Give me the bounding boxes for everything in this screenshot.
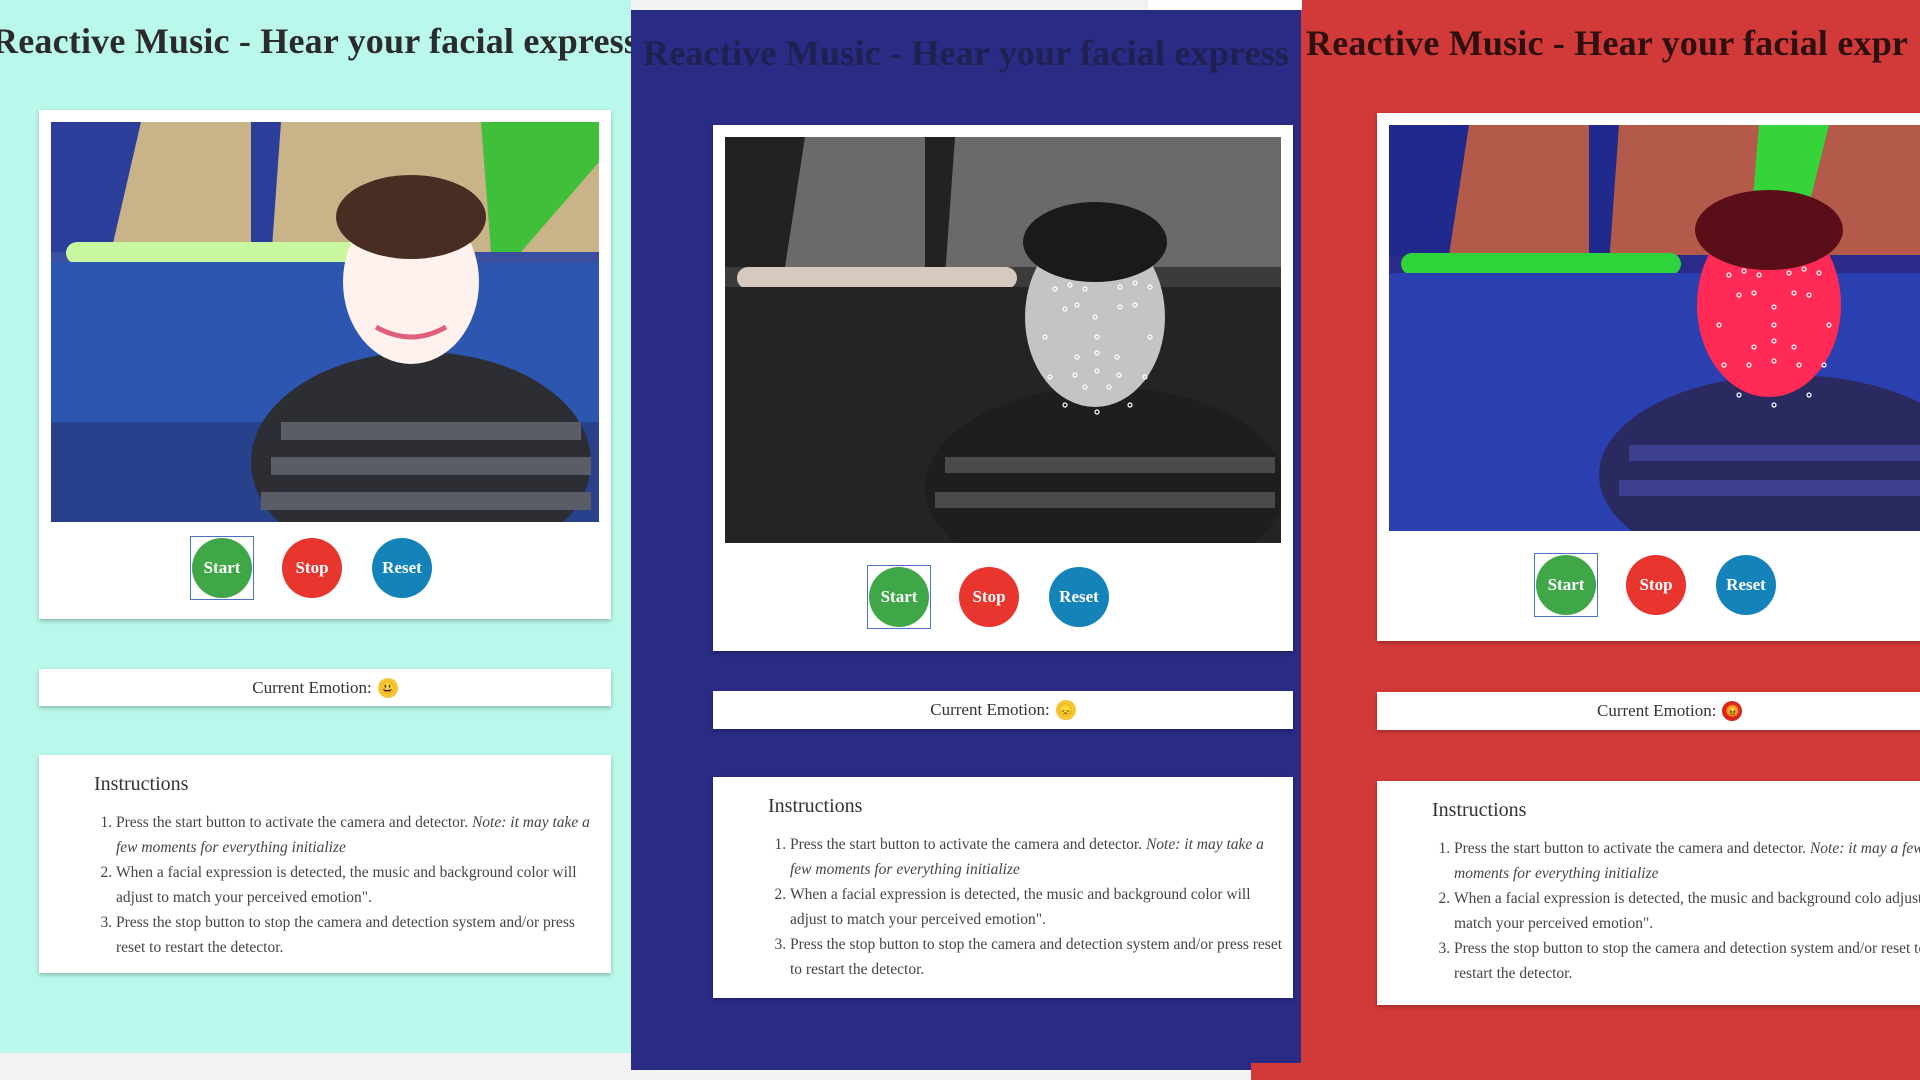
camera-card: Start Stop Reset <box>713 125 1293 651</box>
reset-button[interactable]: Reset <box>1049 567 1109 627</box>
emotion-label: Current Emotion: <box>1597 701 1717 720</box>
screenshot-happy: Reactive Music - Hear your facial expres… <box>0 0 631 1053</box>
start-button-focus: Start <box>1534 553 1598 617</box>
start-button-focus: Start <box>190 536 254 600</box>
instructions-list: Press the start button to activate the c… <box>94 810 601 960</box>
emotion-label: Current Emotion: <box>252 677 372 697</box>
stop-button[interactable]: Stop <box>1626 555 1686 615</box>
stop-button[interactable]: Stop <box>282 538 342 598</box>
angry-face-icon: 😡 <box>1722 701 1743 721</box>
camera-feed <box>51 122 599 522</box>
instructions-card: Instructions Press the start button to a… <box>1377 781 1920 1005</box>
instructions-card: Instructions Press the start button to a… <box>713 777 1293 998</box>
camera-card: Start Stop Reset <box>39 110 611 619</box>
screenshot-sad: Reactive Music - Hear your facial expres… <box>631 10 1302 1070</box>
instructions-heading: Instructions <box>94 773 189 795</box>
camera-feed <box>1389 125 1920 531</box>
camera-card: Start Stop Reset <box>1377 113 1920 641</box>
start-button[interactable]: Start <box>869 567 929 627</box>
instructions-heading: Instructions <box>1432 799 1527 821</box>
instructions-heading: Instructions <box>768 795 863 817</box>
control-buttons: Start Stop Reset <box>190 536 432 600</box>
instructions-card: Instructions Press the start button to a… <box>39 755 611 973</box>
emotion-display: Current Emotion: 😡 <box>1377 692 1920 730</box>
start-button-focus: Start <box>867 565 931 629</box>
instruction-step-1: Press the start button to activate the c… <box>116 810 601 860</box>
instruction-step-3: Press the stop button to stop the camera… <box>116 910 601 960</box>
emotion-display: Current Emotion: 😞 <box>713 691 1293 729</box>
panel-divider <box>1148 0 1302 10</box>
instruction-step-3: Press the stop button to stop the camera… <box>790 932 1283 982</box>
start-button[interactable]: Start <box>1536 555 1596 615</box>
page-title: Reactive Music - Hear your facial expres… <box>0 21 631 61</box>
instruction-step-1: Press the start button to activate the c… <box>790 832 1283 882</box>
instruction-step-2: When a facial expression is detected, th… <box>1454 886 1920 936</box>
screenshot-angry: Reactive Music - Hear your facial expr S… <box>1301 0 1920 1080</box>
instruction-step-3: Press the stop button to stop the camera… <box>1454 936 1920 986</box>
instructions-list: Press the start button to activate the c… <box>1432 836 1920 986</box>
emotion-label: Current Emotion: <box>930 700 1050 719</box>
control-buttons: Start Stop Reset <box>867 565 1109 629</box>
disappointed-face-icon: 😞 <box>1055 700 1076 720</box>
reset-button[interactable]: Reset <box>372 538 432 598</box>
control-buttons: Start Stop Reset <box>1534 553 1776 617</box>
instruction-step-1: Press the start button to activate the c… <box>1454 836 1920 886</box>
grinning-face-icon: 😃 <box>377 677 398 698</box>
camera-feed <box>725 137 1281 543</box>
stop-button[interactable]: Stop <box>959 567 1019 627</box>
start-button[interactable]: Start <box>192 538 252 598</box>
page-title: Reactive Music - Hear your facial expr <box>1306 23 1909 63</box>
panel-divider <box>1251 1063 1302 1080</box>
reset-button[interactable]: Reset <box>1716 555 1776 615</box>
emotion-display: Current Emotion: 😃 <box>39 669 611 706</box>
instruction-step-2: When a facial expression is detected, th… <box>790 882 1283 932</box>
instructions-list: Press the start button to activate the c… <box>768 832 1283 982</box>
page-title: Reactive Music - Hear your facial expres… <box>643 33 1290 73</box>
instruction-step-2: When a facial expression is detected, th… <box>116 860 601 910</box>
